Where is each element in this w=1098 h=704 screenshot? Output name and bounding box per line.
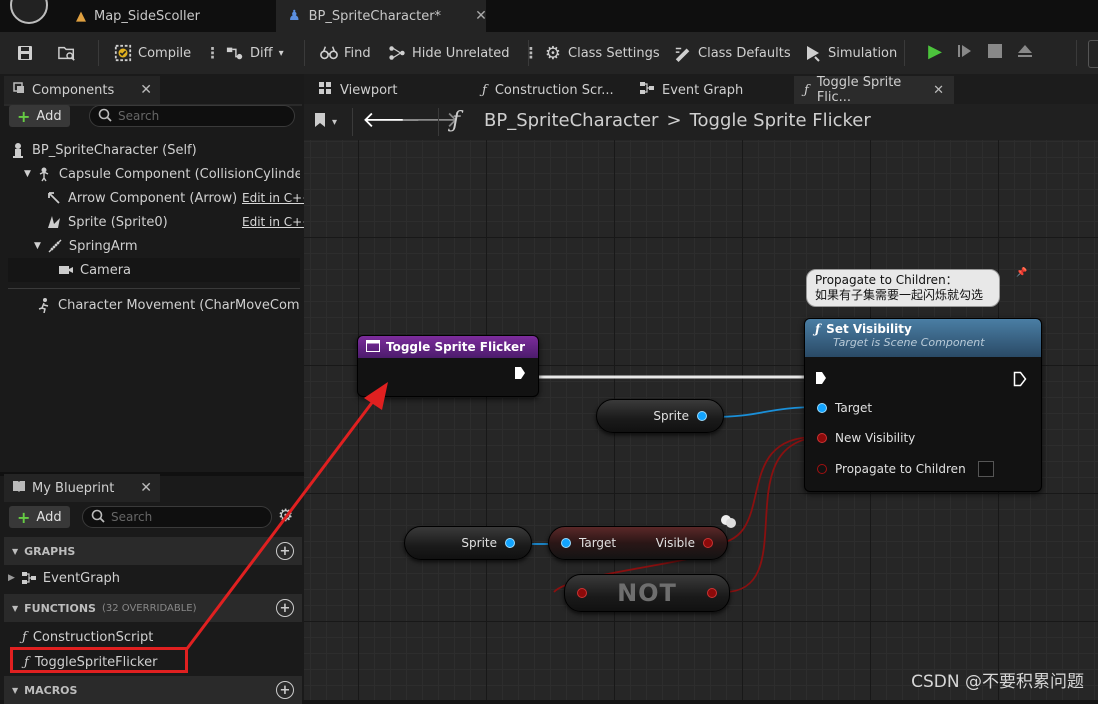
annotation-arrow xyxy=(184,382,388,651)
watermark: CSDN @不要积累问题 xyxy=(911,672,1084,692)
